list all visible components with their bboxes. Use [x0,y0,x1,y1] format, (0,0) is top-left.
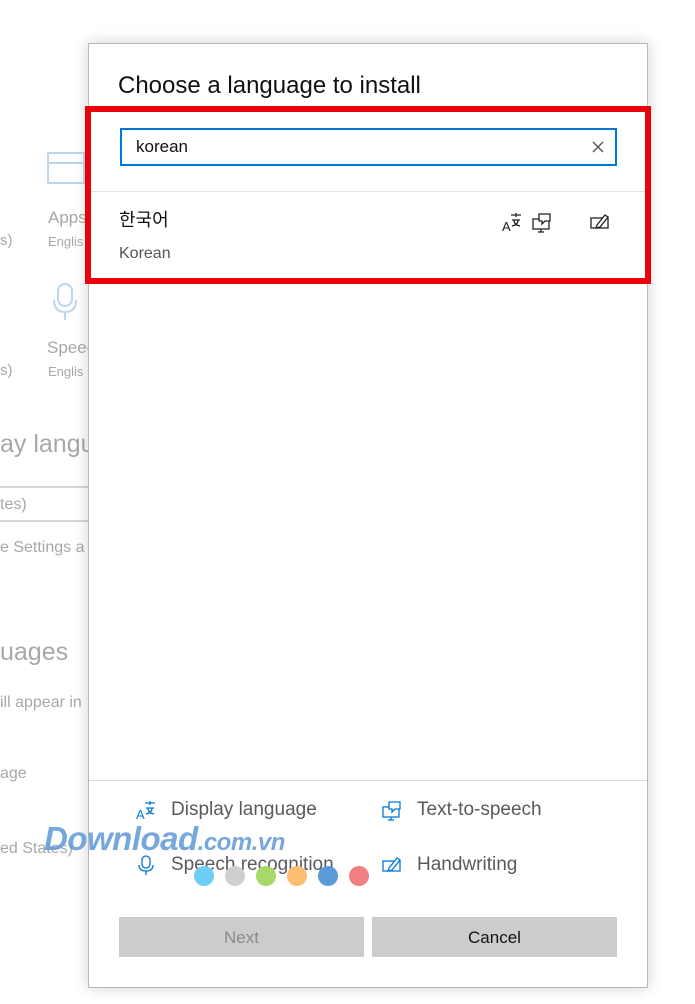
display-language-icon: A [502,213,521,233]
watermark-dot [349,866,369,886]
monitor-icon [47,152,85,184]
appear-text: ill appear in [0,694,82,711]
language-result-item[interactable]: 한국어 Korean A [89,192,647,280]
search-input[interactable] [122,130,576,164]
legend-label: Handwriting [417,854,518,875]
watermark-dot [318,866,338,886]
legend-label: Text-to-speech [417,799,542,820]
watermark-dot [194,866,214,886]
search-box[interactable] [120,128,617,166]
bg-fragment: s) [0,362,13,379]
apps-label: Apps [48,208,87,227]
download-watermark: Download.com.vn [44,820,369,886]
dialog-title: Choose a language to install [118,72,421,99]
watermark-dots [194,866,369,886]
microphone-icon [53,283,77,320]
speech-sub: Englis [48,364,84,379]
watermark-text: Download.com.vn [44,820,285,858]
display-language-heading: ay langu [0,430,95,458]
apps-sub: Englis [48,234,84,249]
legend-label: Display language [171,799,317,820]
bg-fragment: s) [0,232,13,249]
legend-handwriting: Handwriting [381,854,517,876]
watermark-brand: Download [44,820,198,857]
divider [89,780,647,781]
cancel-button[interactable]: Cancel [372,917,617,957]
text-to-speech-icon [532,213,551,233]
settings-text: e Settings a [0,539,85,556]
watermark-domain: .com.vn [197,829,286,856]
close-icon[interactable] [589,138,607,156]
age-text: age [0,765,27,782]
legend-text-to-speech: Text-to-speech [381,799,542,821]
display-language-icon: A [136,801,155,821]
svg-text:A: A [136,807,145,821]
watermark-dot [225,866,245,886]
next-button[interactable]: Next [119,917,364,957]
watermark-dot [256,866,276,886]
display-language-value: tes) [0,496,27,513]
watermark-dot [287,866,307,886]
languages-heading: uages [0,638,69,666]
text-to-speech-icon [382,801,401,821]
language-english-name: Korean [119,245,171,262]
svg-text:A: A [502,219,511,233]
legend-display-language: A Display language [135,799,317,821]
handwriting-icon [590,214,609,229]
language-native-name: 한국어 [119,210,169,230]
handwriting-icon [382,857,401,872]
